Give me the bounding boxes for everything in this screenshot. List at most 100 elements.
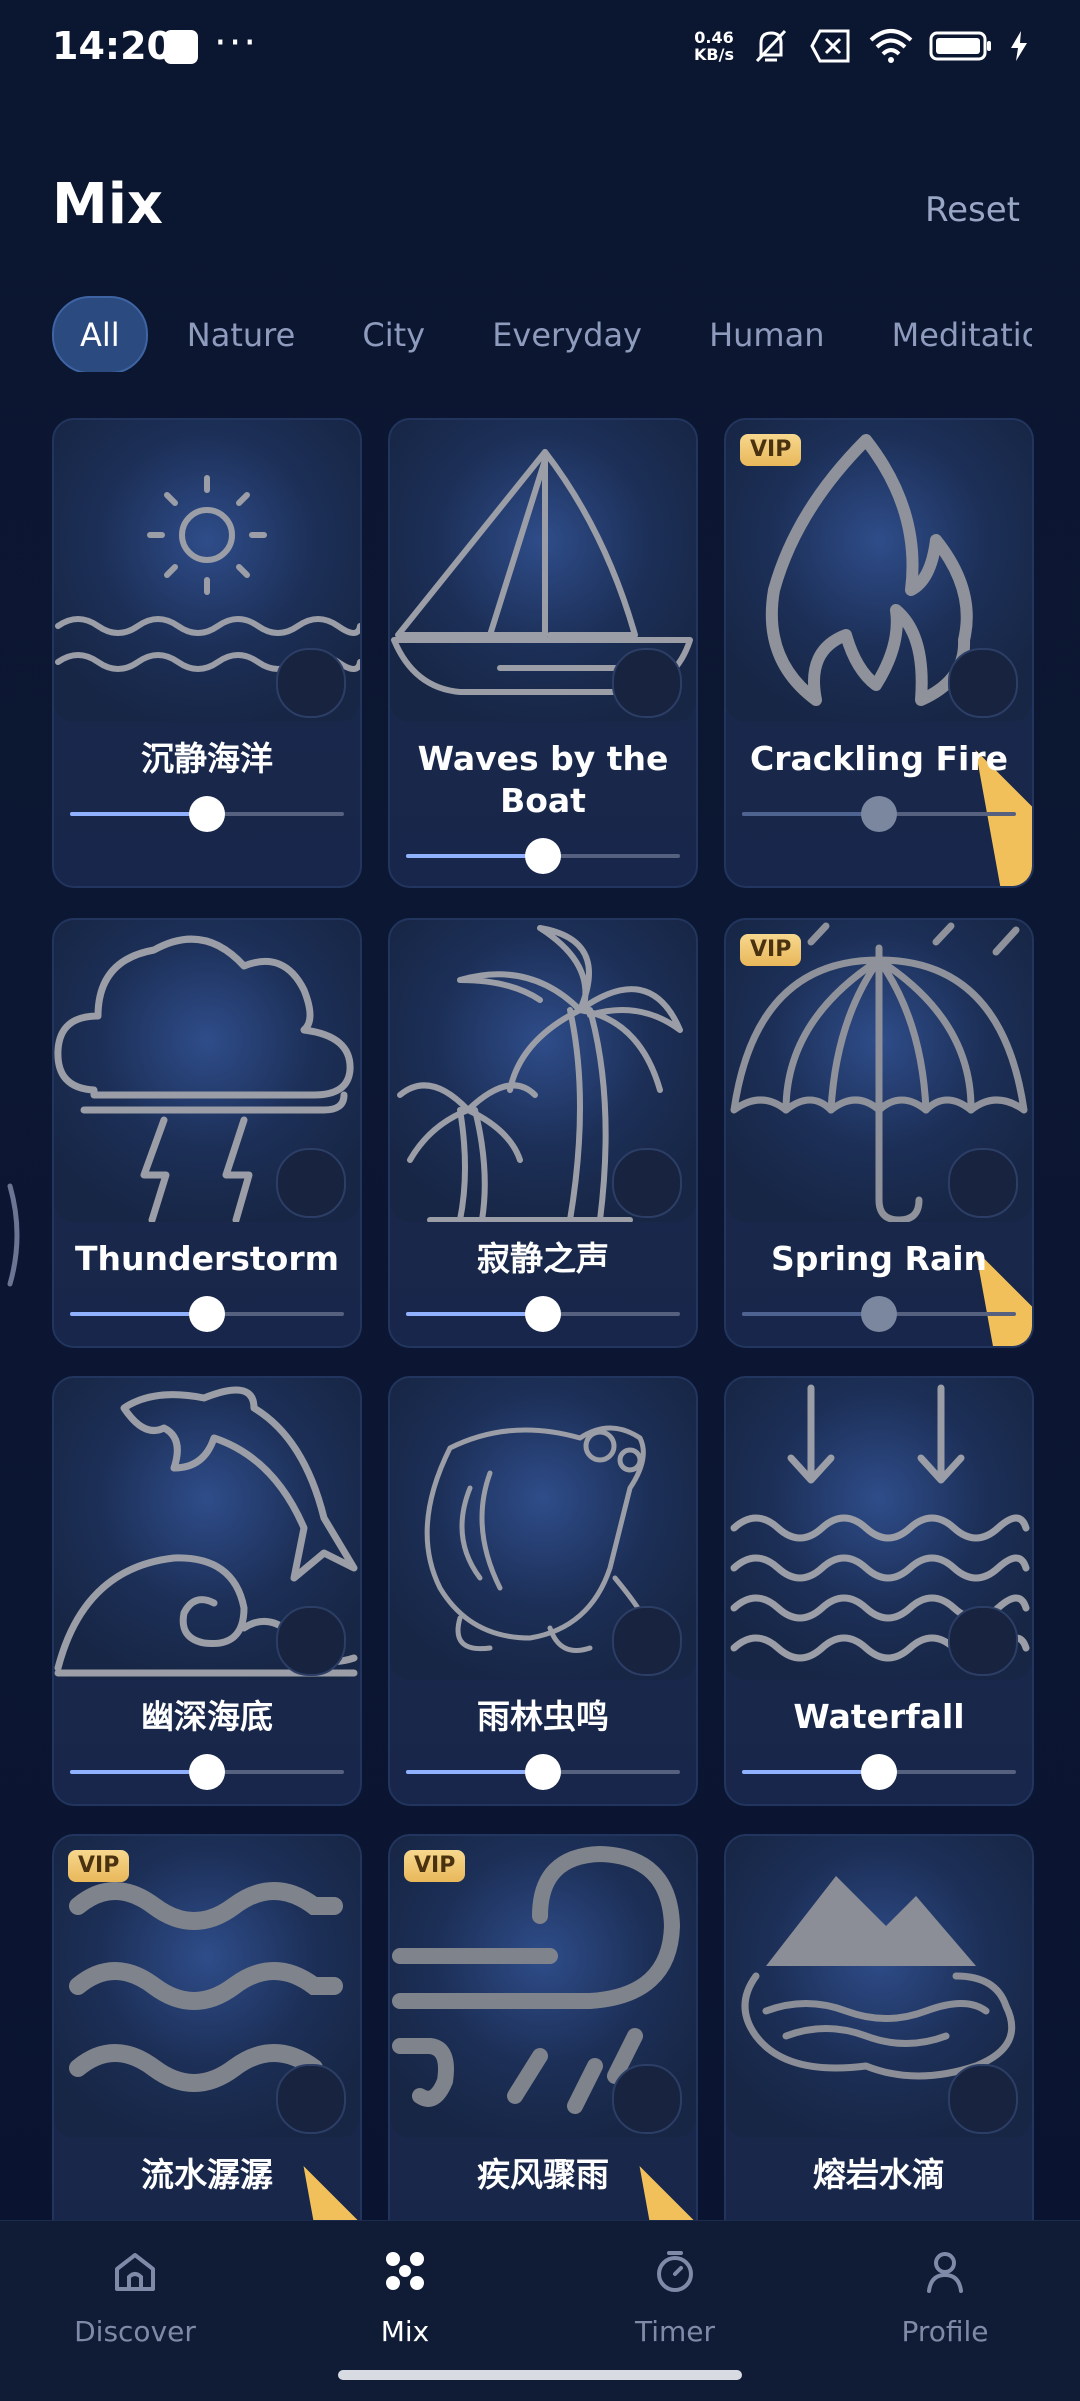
charging-icon xyxy=(1008,26,1030,66)
sound-card[interactable]: 熔岩水滴 xyxy=(724,1834,1034,2264)
nav-timer-label: Timer xyxy=(634,2315,716,2348)
sound-card[interactable]: VIP Spring Rain xyxy=(724,918,1034,1348)
sound-card[interactable]: VIP 疾风骤雨 xyxy=(388,1834,698,2264)
sound-card[interactable]: Waterfall xyxy=(724,1376,1034,1806)
sound-card-label: 雨林虫鸣 xyxy=(477,1697,609,1736)
category-tabs: All Nature City Everyday Human Meditatio… xyxy=(52,296,1032,372)
sound-card-label: 幽深海底 xyxy=(141,1697,273,1736)
volume-slider[interactable] xyxy=(742,1754,1016,1790)
sound-card[interactable]: 幽深海底 xyxy=(52,1376,362,1806)
sound-card-art[interactable] xyxy=(390,420,696,722)
tab-all[interactable]: All xyxy=(52,296,148,372)
volume-slider[interactable] xyxy=(70,796,344,832)
premium-button[interactable] xyxy=(948,1148,1032,1346)
premium-button[interactable] xyxy=(276,2064,360,2262)
sound-card-art[interactable] xyxy=(54,1378,360,1680)
volume-slider[interactable] xyxy=(70,1754,344,1790)
slider-thumb[interactable] xyxy=(525,838,561,874)
sound-card-art[interactable] xyxy=(726,1378,1032,1680)
play-button[interactable] xyxy=(612,1148,682,1218)
premium-button[interactable] xyxy=(612,2064,696,2262)
premium-button[interactable] xyxy=(948,648,1032,886)
sound-card-art[interactable]: VIP xyxy=(726,920,1032,1346)
network-speed-unit: KB/s xyxy=(694,45,734,64)
sound-card-label: 熔岩水滴 xyxy=(813,2155,945,2194)
nav-mix-label: Mix xyxy=(380,2315,430,2348)
sound-card-label: 流水潺潺 xyxy=(141,2155,273,2194)
nav-discover-label: Discover xyxy=(74,2315,196,2348)
network-speed-value: 0.46 xyxy=(694,28,734,47)
slider-thumb[interactable] xyxy=(525,1754,561,1790)
sound-card-art[interactable]: VIP xyxy=(54,1836,360,2262)
slider-thumb[interactable] xyxy=(189,1754,225,1790)
vip-badge: VIP xyxy=(404,1850,466,1882)
vip-badge: VIP xyxy=(68,1850,130,1882)
nav-timer[interactable]: Timer xyxy=(540,2241,810,2348)
home-indicator[interactable] xyxy=(338,2370,742,2380)
more-dots-icon: ··· xyxy=(214,20,259,66)
wifi-icon xyxy=(868,26,914,66)
sound-card-art[interactable] xyxy=(726,1836,1032,2138)
sound-card-label: Waves by the Boat xyxy=(417,739,669,820)
sound-card-label: Spring Rain xyxy=(770,1239,988,1278)
vip-badge: VIP xyxy=(740,434,802,466)
slider-thumb[interactable] xyxy=(861,796,897,832)
mix-dots-icon xyxy=(386,2252,424,2290)
sound-card-label: 沉静海洋 xyxy=(141,739,273,778)
volume-slider[interactable] xyxy=(742,1296,1016,1332)
volume-slider[interactable] xyxy=(406,1296,680,1332)
no-sim-icon xyxy=(808,26,854,66)
sound-card-art[interactable] xyxy=(390,920,696,1222)
edge-swipe-handle[interactable] xyxy=(6,1180,24,1290)
tab-human[interactable]: Human xyxy=(681,298,852,372)
tab-everyday[interactable]: Everyday xyxy=(464,298,670,372)
volume-slider[interactable] xyxy=(70,1296,344,1332)
sound-card[interactable]: Waves by the Boat xyxy=(388,418,698,888)
slider-thumb[interactable] xyxy=(525,1296,561,1332)
home-icon xyxy=(115,2253,155,2291)
play-button[interactable] xyxy=(276,648,346,718)
page-title: Mix xyxy=(52,172,164,237)
sound-card-art[interactable] xyxy=(54,920,360,1222)
sound-card[interactable]: 沉静海洋 xyxy=(52,418,362,888)
nav-mix[interactable]: Mix xyxy=(270,2241,540,2348)
sound-card-label: Thunderstorm xyxy=(74,1239,340,1278)
sound-card-art[interactable]: VIP xyxy=(726,420,1032,886)
vip-badge: VIP xyxy=(740,934,802,966)
timer-icon xyxy=(657,2251,693,2292)
nav-discover[interactable]: Discover xyxy=(0,2241,270,2348)
sound-card[interactable]: VIP Crackling Fire xyxy=(724,418,1034,888)
volume-slider[interactable] xyxy=(406,1754,680,1790)
sound-card[interactable]: Thunderstorm xyxy=(52,918,362,1348)
play-button[interactable] xyxy=(276,1148,346,1218)
tab-meditation[interactable]: Meditation xyxy=(864,298,1032,372)
slider-thumb[interactable] xyxy=(189,796,225,832)
status-icons: 0.46 KB/s xyxy=(694,26,1030,66)
slider-thumb[interactable] xyxy=(861,1754,897,1790)
reset-button[interactable]: Reset xyxy=(925,190,1020,230)
nav-profile[interactable]: Profile xyxy=(810,2241,1080,2348)
sound-card-art[interactable]: VIP xyxy=(390,1836,696,2262)
slider-thumb[interactable] xyxy=(861,1296,897,1332)
tab-nature[interactable]: Nature xyxy=(159,298,324,372)
play-button[interactable] xyxy=(612,648,682,718)
volume-slider[interactable] xyxy=(406,838,680,874)
tab-city[interactable]: City xyxy=(334,298,453,372)
sound-card-label: 寂静之声 xyxy=(477,1239,609,1278)
slider-thumb[interactable] xyxy=(189,1296,225,1332)
play-button[interactable] xyxy=(948,2064,1018,2134)
sound-card[interactable]: 寂静之声 xyxy=(388,918,698,1348)
play-button[interactable] xyxy=(612,1606,682,1676)
sound-card[interactable]: 雨林虫鸣 xyxy=(388,1376,698,1806)
play-button[interactable] xyxy=(948,1606,1018,1676)
volume-slider[interactable] xyxy=(742,796,1016,832)
sound-card-art[interactable] xyxy=(54,420,360,722)
nav-profile-label: Profile xyxy=(901,2315,989,2348)
status-time: 14:20 xyxy=(52,24,173,68)
notification-square-icon xyxy=(164,30,198,64)
status-bar: 14:20 ··· 0.46 KB/s xyxy=(0,0,1080,100)
play-button[interactable] xyxy=(276,1606,346,1676)
sound-card[interactable]: VIP 流水潺潺 xyxy=(52,1834,362,2264)
sound-card-label: 疾风骤雨 xyxy=(477,2155,609,2194)
sound-card-art[interactable] xyxy=(390,1378,696,1680)
